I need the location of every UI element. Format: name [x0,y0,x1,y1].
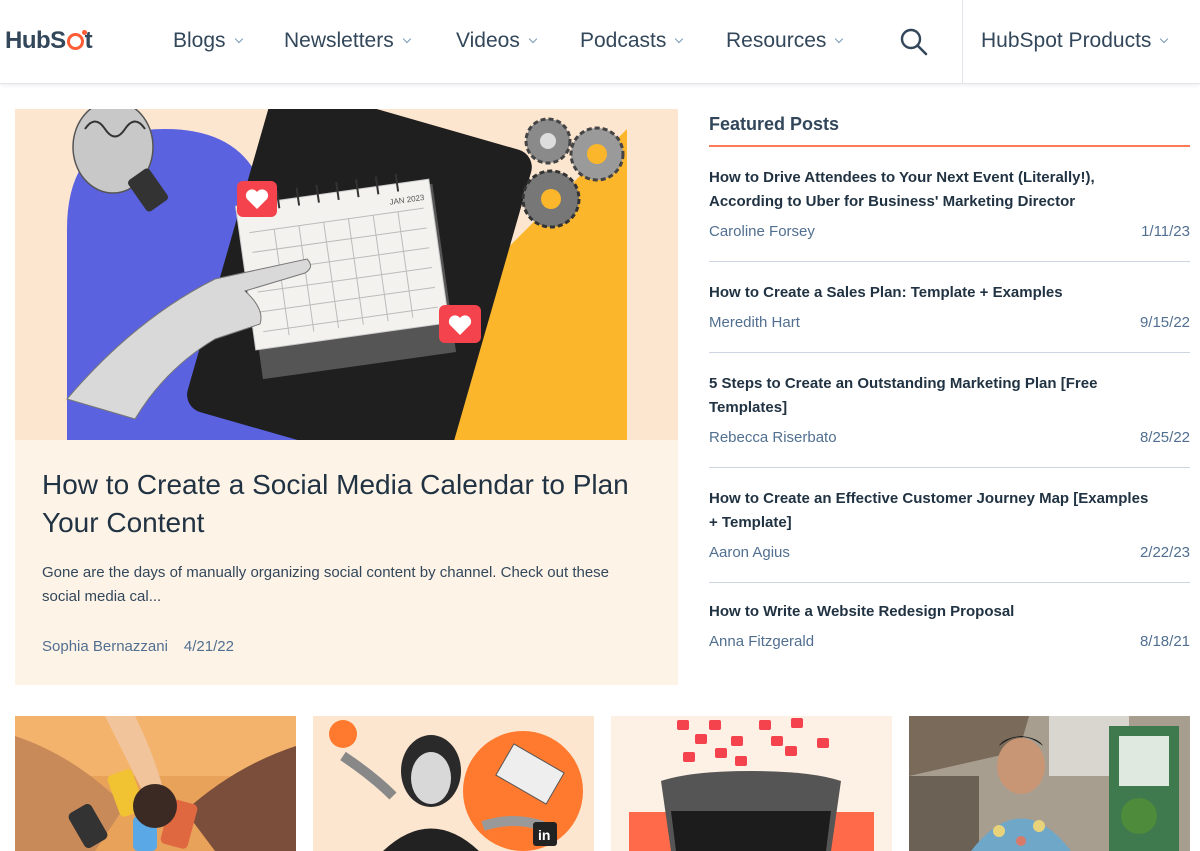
publish-date: 1/11/23 [1141,223,1190,240]
nav-item-blogs[interactable]: Blogs [173,29,243,53]
featured-post-item: How to Drive Attendees to Your Next Even… [709,147,1190,262]
nav-item-newsletters[interactable]: Newsletters [284,29,411,53]
publish-date: 8/25/22 [1139,429,1190,446]
featured-post-title[interactable]: How to Drive Attendees to Your Next Even… [709,166,1190,214]
nav-divider [962,0,963,84]
featured-post-meta: Aaron Agius 2/22/23 [709,544,1190,561]
hubspot-logo[interactable]: HubS t [5,27,93,55]
featured-post-title[interactable]: How to Create a Sales Plan: Template + E… [709,281,1190,305]
author-link[interactable]: Caroline Forsey [709,223,815,240]
chevron-down-icon [675,34,684,44]
featured-post-item: How to Create an Effective Customer Jour… [709,468,1190,583]
hubspot-products-menu[interactable]: HubSpot Products [981,29,1169,53]
linkedin-icon: in [538,827,550,843]
sprocket-icon [66,30,87,50]
publish-date: 4/21/22 [183,638,234,655]
featured-post-meta: Rebecca Riserbato 8/25/22 [709,429,1190,446]
top-navigation: HubS t Blogs Newsletters Videos Podcasts … [0,0,1200,84]
chevron-down-icon [234,34,243,44]
featured-post-meta: Meredith Hart 9/15/22 [709,314,1190,331]
featured-post-title[interactable]: How to Write a Website Redesign Proposal [709,600,1190,624]
search-icon [900,28,928,56]
nav-label: Blogs [173,29,226,52]
article-thumbnail[interactable]: in [313,716,594,851]
smiling-man-storefront-image [909,716,1190,851]
nav-label: Newsletters [284,29,394,52]
author-link[interactable]: Anna Fitzgerald [709,633,814,650]
featured-posts-heading: Featured Posts [709,114,1190,147]
featured-post-title[interactable]: 5 Steps to Create an Outstanding Marketi… [709,372,1190,420]
multitasking-woman-image: in [313,716,594,851]
publish-date: 9/15/22 [1139,314,1190,331]
article-thumbnail[interactable] [909,716,1190,851]
social-hearts-image [611,716,892,851]
chevron-down-icon [835,34,844,44]
search-button[interactable] [898,26,930,58]
hero-image[interactable]: JAN 2023 [15,109,678,440]
featured-post-meta: Caroline Forsey 1/11/23 [709,223,1190,240]
social-calendar-illustration: JAN 2023 [15,109,678,440]
publish-date: 2/22/23 [1139,544,1190,561]
featured-post-meta: Anna Fitzgerald 8/18/21 [709,633,1190,650]
nav-label: Resources [726,29,827,52]
chevron-down-icon [528,34,538,44]
products-label: HubSpot Products [981,29,1152,52]
nav-label: Videos [456,29,520,52]
chevron-down-icon [1160,34,1169,44]
featured-post-item: How to Write a Website Redesign Proposal… [709,583,1190,650]
nav-item-podcasts[interactable]: Podcasts [580,29,684,53]
featured-post-title[interactable]: How to Create an Effective Customer Jour… [709,487,1190,535]
chevron-down-icon [402,34,411,44]
author-link[interactable]: Aaron Agius [709,544,790,561]
nav-item-videos[interactable]: Videos [456,29,538,53]
featured-posts: Featured Posts How to Drive Attendees to… [709,114,1190,650]
hero-article-title[interactable]: How to Create a Social Media Calendar to… [42,466,642,542]
people-phones-image [15,716,296,851]
nav-item-resources[interactable]: Resources [726,29,844,53]
author-link[interactable]: Meredith Hart [709,314,800,331]
author-link[interactable]: Sophia Bernazzani [42,638,168,655]
hero-article-excerpt: Gone are the days of manually organizing… [42,564,610,605]
nav-label: Podcasts [580,29,667,52]
author-link[interactable]: Rebecca Riserbato [709,429,837,446]
hero-article-card[interactable]: JAN 2023 How to Create a Social Media Ca… [15,109,678,685]
article-thumbnail[interactable] [15,716,296,851]
article-thumbnail[interactable] [611,716,892,851]
featured-post-item: How to Create a Sales Plan: Template + E… [709,262,1190,353]
hero-article-meta: Sophia Bernazzani 4/21/22 [42,638,234,655]
featured-post-item: 5 Steps to Create an Outstanding Marketi… [709,353,1190,468]
publish-date: 8/18/21 [1139,633,1190,650]
